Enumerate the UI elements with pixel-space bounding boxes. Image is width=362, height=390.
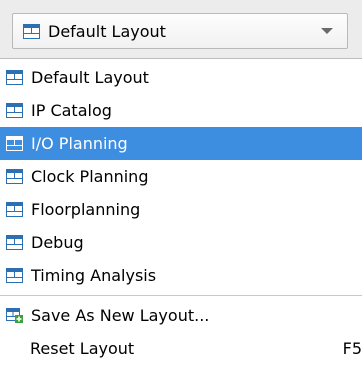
dropdown-arrow-icon[interactable] <box>321 28 333 34</box>
menu-item-reset-layout[interactable]: Reset Layout F5 <box>0 332 362 365</box>
layout-icon <box>6 235 23 250</box>
menu-item-ip-catalog[interactable]: IP Catalog <box>0 94 362 127</box>
layout-dropdown-menu: Default Layout IP Catalog I/O Planning C… <box>0 58 362 390</box>
menu-item-io-planning[interactable]: I/O Planning <box>0 127 362 160</box>
menu-item-label: Reset Layout <box>30 339 135 358</box>
menu-item-floorplanning[interactable]: Floorplanning <box>0 193 362 226</box>
menu-item-debug[interactable]: Debug <box>0 226 362 259</box>
layout-combo-box[interactable]: Default Layout <box>12 13 348 49</box>
layout-icon <box>6 169 23 184</box>
shortcut-label: F5 <box>342 339 362 358</box>
menu-item-save-as-new-layout[interactable]: Save As New Layout... <box>0 299 362 332</box>
layout-icon <box>6 268 23 283</box>
save-layout-icon <box>6 308 23 323</box>
layout-icon <box>23 23 40 39</box>
layout-icon <box>6 70 23 85</box>
layout-icon <box>6 202 23 217</box>
menu-item-label: Floorplanning <box>31 200 141 219</box>
menu-item-default-layout[interactable]: Default Layout <box>0 61 362 94</box>
menu-item-label: Debug <box>31 233 84 252</box>
combo-selected-label: Default Layout <box>48 21 166 41</box>
menu-item-clock-planning[interactable]: Clock Planning <box>0 160 362 193</box>
layout-icon <box>6 136 23 151</box>
layout-toolbar: Default Layout <box>0 0 362 58</box>
menu-item-label: Default Layout <box>31 68 149 87</box>
menu-item-label: Save As New Layout... <box>31 306 210 325</box>
menu-item-label: I/O Planning <box>31 134 128 153</box>
menu-separator <box>0 295 362 296</box>
menu-item-label: IP Catalog <box>31 101 112 120</box>
layout-icon <box>6 103 23 118</box>
menu-item-label: Clock Planning <box>31 167 149 186</box>
menu-item-label: Timing Analysis <box>31 266 157 285</box>
menu-item-timing-analysis[interactable]: Timing Analysis <box>0 259 362 292</box>
